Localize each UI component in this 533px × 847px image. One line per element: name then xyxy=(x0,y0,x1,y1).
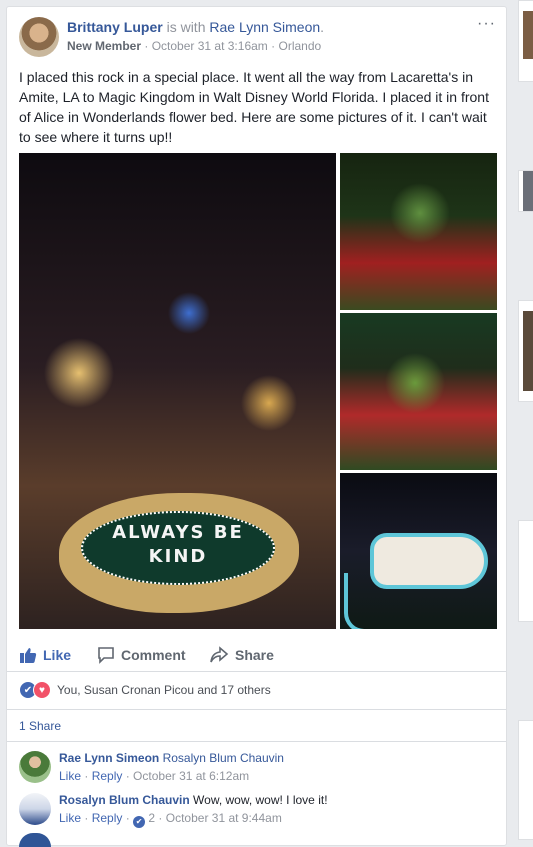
comment-item: Rosalyn Blum Chauvin Wow, wow, wow! I lo… xyxy=(19,793,499,829)
commenter-avatar[interactable] xyxy=(19,793,51,825)
tagged-user-link[interactable]: Rae Lynn Simeon xyxy=(209,19,320,35)
more-options-button[interactable]: ··· xyxy=(477,15,496,33)
divider xyxy=(7,709,506,710)
right-column xyxy=(515,0,533,840)
right-panel xyxy=(518,520,533,622)
member-badge: New Member xyxy=(67,39,142,53)
comment-mention[interactable]: Rosalyn Blum Chauvin xyxy=(163,751,284,765)
leaf-stem xyxy=(344,573,388,629)
comment-timestamp[interactable]: October 31 at 6:12am xyxy=(133,769,249,783)
header-period: . xyxy=(320,19,325,35)
divider xyxy=(7,671,506,672)
post-card: Brittany Luper is with Rae Lynn Simeon. … xyxy=(6,6,507,847)
thumbs-up-icon xyxy=(20,648,37,663)
comment-like-link[interactable]: Like xyxy=(59,769,81,783)
post-meta: New Member · October 31 at 3:16am · Orla… xyxy=(67,39,321,53)
meta-separator-2: · xyxy=(271,39,276,53)
right-panel-thumbnail[interactable] xyxy=(523,171,533,211)
comment-body: Rae Lynn Simeon Rosalyn Blum Chauvin xyxy=(59,751,284,765)
comment-meta: Like · Reply · ✔ 2 · October 31 at 9:44a… xyxy=(59,811,282,828)
comment-like-count[interactable]: 2 xyxy=(148,811,155,825)
comment-body: Rosalyn Blum Chauvin Wow, wow, wow! I lo… xyxy=(59,793,328,807)
comment-reply-link[interactable]: Reply xyxy=(92,811,123,825)
right-panel xyxy=(518,300,533,402)
is-with-text: is with xyxy=(166,19,206,35)
commenter-name[interactable]: Rae Lynn Simeon xyxy=(59,751,159,765)
post-location[interactable]: Orlando xyxy=(278,39,321,53)
comment-item: Rae Lynn Simeon Rosalyn Blum Chauvin Lik… xyxy=(19,751,499,787)
photo-rock-main[interactable]: ALWAYS BE KIND xyxy=(19,153,336,629)
comment-like-link[interactable]: Like xyxy=(59,811,81,825)
post-body-text: I placed this rock in a special place. I… xyxy=(19,69,489,145)
photo-topiary-2[interactable] xyxy=(340,313,497,470)
commenter-avatar[interactable] xyxy=(19,751,51,783)
like-label: Like xyxy=(43,647,72,663)
comment-button[interactable]: Comment xyxy=(97,639,186,671)
photo-leaf-sign[interactable] xyxy=(340,473,497,629)
reactions-summary[interactable]: ✔ ♥ You, Susan Cronan Picou and 17 other… xyxy=(19,680,271,700)
comment-like-count-icon: ✔ xyxy=(133,816,146,828)
author-avatar[interactable] xyxy=(19,17,59,57)
commenter-name[interactable]: Rosalyn Blum Chauvin xyxy=(59,793,190,807)
right-panel xyxy=(518,170,533,212)
post-header: Brittany Luper is with Rae Lynn Simeon. xyxy=(67,19,324,35)
rock-text-line1: ALWAYS BE xyxy=(112,522,244,543)
share-arrow-icon xyxy=(210,646,229,663)
right-panel-thumbnail[interactable] xyxy=(523,311,533,391)
rock-painted-text: ALWAYS BE KIND xyxy=(83,521,273,569)
action-bar: Like Comment Share xyxy=(7,639,506,671)
comment-text: Wow, wow, wow! I love it! xyxy=(193,793,328,807)
share-count-link[interactable]: 1 Share xyxy=(19,719,61,733)
comment-icon xyxy=(98,647,114,664)
reactions-text: You, Susan Cronan Picou and 17 others xyxy=(57,683,271,697)
share-button[interactable]: Share xyxy=(209,639,274,671)
comment-label: Comment xyxy=(121,647,186,663)
comment-reply-link[interactable]: Reply xyxy=(92,769,123,783)
rock-painting: ALWAYS BE KIND xyxy=(81,511,275,585)
post-timestamp[interactable]: October 31 at 3:16am xyxy=(152,39,268,53)
author-name-link[interactable]: Brittany Luper xyxy=(67,19,163,35)
like-button[interactable]: Like xyxy=(19,639,71,671)
photo-grid: ALWAYS BE KIND xyxy=(19,153,497,629)
painted-rock: ALWAYS BE KIND xyxy=(59,493,299,613)
right-panel-thumbnail[interactable] xyxy=(523,11,533,59)
photo-topiary-1[interactable] xyxy=(340,153,497,310)
right-panel xyxy=(518,0,533,82)
comment-timestamp[interactable]: October 31 at 9:44am xyxy=(166,811,282,825)
share-label: Share xyxy=(235,647,274,663)
next-commenter-avatar xyxy=(19,833,51,847)
right-panel xyxy=(518,720,533,840)
comment-meta: Like · Reply · October 31 at 6:12am xyxy=(59,769,250,783)
rock-text-line2: KIND xyxy=(148,546,208,567)
love-reaction-icon: ♥ xyxy=(33,681,51,699)
meta-separator: · xyxy=(144,39,149,53)
divider xyxy=(7,741,506,742)
